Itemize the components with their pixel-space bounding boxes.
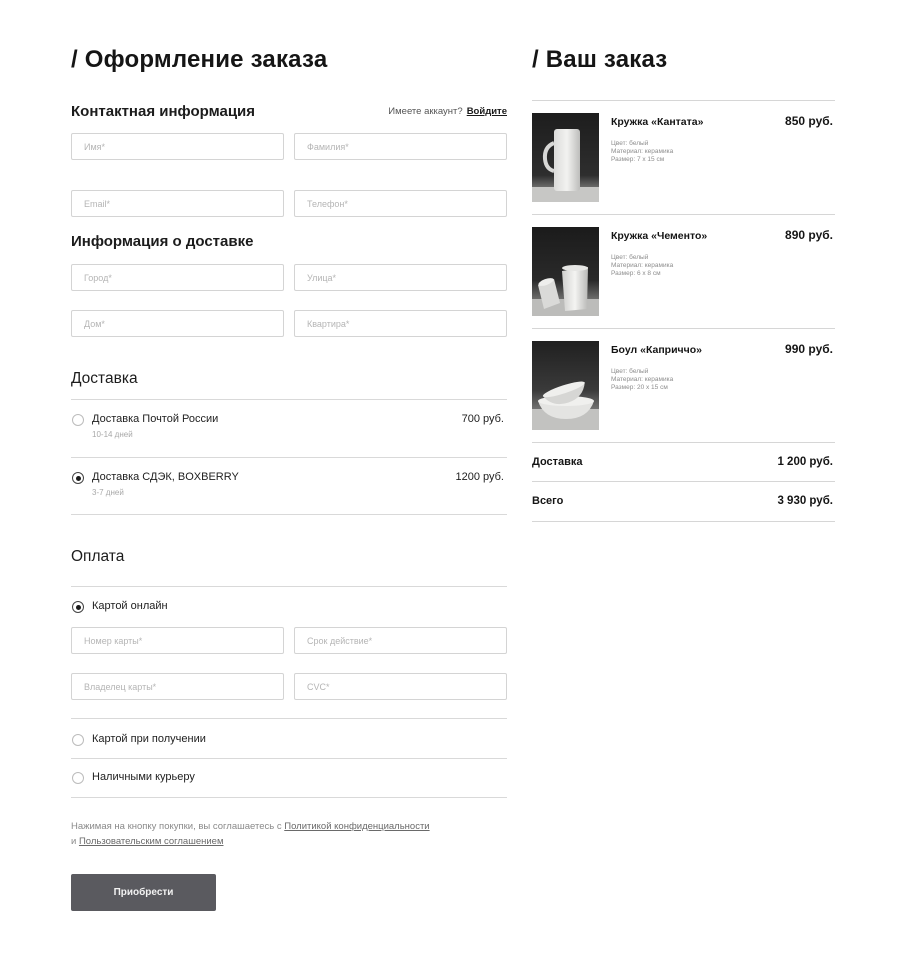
divider — [71, 586, 507, 587]
product-image — [532, 113, 599, 202]
card-expiry-field[interactable] — [294, 627, 507, 654]
divider — [71, 718, 507, 719]
first-name-field[interactable] — [71, 133, 284, 160]
address-heading: Информация о доставке — [71, 233, 254, 250]
delivery-cost-label: Доставка — [532, 456, 583, 468]
delivery-cost-row: Доставка 1 200 руб. — [532, 456, 835, 474]
radio-unchecked-icon[interactable] — [72, 734, 84, 746]
product-material: Материал: керамика — [611, 262, 674, 269]
payment-option-label: Картой при получении — [92, 733, 206, 745]
last-name-field[interactable] — [294, 133, 507, 160]
product-size: Размер: 7 х 15 см — [611, 156, 665, 163]
delivery-option-price: 1200 руб. — [455, 471, 504, 483]
product-size: Размер: 6 х 8 см — [611, 270, 661, 277]
contact-heading: Контактная информация — [71, 103, 256, 120]
terms-prefix: Нажимая на кнопку покупки, вы соглашаете… — [71, 821, 285, 832]
product-size: Размер: 20 х 15 см — [611, 384, 668, 391]
product-color: Цвет: белый — [611, 368, 649, 375]
product-price: 990 руб. — [785, 342, 833, 356]
divider — [71, 797, 507, 798]
product-name: Кружка «Кантата» — [611, 116, 704, 128]
radio-unchecked-icon[interactable] — [72, 414, 84, 426]
terms-and: и — [71, 836, 79, 847]
divider — [532, 214, 835, 215]
divider — [532, 521, 835, 522]
account-question: Имеете аккаунт? — [388, 106, 463, 117]
email-field[interactable] — [71, 190, 284, 217]
page-title: / Оформление заказа — [71, 46, 328, 73]
radio-checked-icon[interactable] — [72, 472, 84, 484]
delivery-option-post[interactable]: Доставка Почтой России 10-14 дней 700 ру… — [71, 413, 507, 443]
delivery-option-label: Доставка СДЭК, BOXBERRY — [92, 471, 239, 483]
divider — [71, 758, 507, 759]
order-title: / Ваш заказ — [532, 46, 668, 73]
divider — [71, 514, 507, 515]
privacy-policy-link[interactable]: Политикой конфиденциальности — [284, 821, 429, 832]
delivery-cost-value: 1 200 руб. — [777, 456, 833, 468]
card-number-field[interactable] — [71, 627, 284, 654]
delivery-option-time: 10-14 дней — [92, 430, 133, 439]
street-field[interactable] — [294, 264, 507, 291]
radio-checked-icon[interactable] — [72, 601, 84, 613]
order-item: Кружка «Кантата» 850 руб. Цвет: белый Ма… — [532, 113, 835, 205]
divider — [532, 481, 835, 482]
order-total-value: 3 930 руб. — [777, 495, 833, 507]
buy-button[interactable]: Приобрести — [71, 874, 216, 911]
house-field[interactable] — [71, 310, 284, 337]
product-price: 890 руб. — [785, 228, 833, 242]
product-color: Цвет: белый — [611, 254, 649, 261]
delivery-option-time: 3-7 дней — [92, 488, 124, 497]
terms-text: Нажимая на кнопку покупки, вы соглашаете… — [71, 819, 507, 849]
divider — [71, 399, 507, 400]
order-total-label: Всего — [532, 495, 564, 507]
delivery-option-label: Доставка Почтой России — [92, 413, 219, 425]
phone-field[interactable] — [294, 190, 507, 217]
order-item: Кружка «Чементо» 890 руб. Цвет: белый Ма… — [532, 227, 835, 319]
divider — [532, 100, 835, 101]
divider — [532, 442, 835, 443]
radio-unchecked-icon[interactable] — [72, 772, 84, 784]
product-material: Материал: керамика — [611, 148, 674, 155]
delivery-option-price: 700 руб. — [461, 413, 504, 425]
product-image — [532, 227, 599, 316]
card-holder-field[interactable] — [71, 673, 284, 700]
city-field[interactable] — [71, 264, 284, 291]
delivery-heading: Доставка — [71, 370, 138, 387]
payment-option-label: Картой онлайн — [92, 600, 168, 612]
apartment-field[interactable] — [294, 310, 507, 337]
order-total-row: Всего 3 930 руб. — [532, 495, 835, 513]
product-name: Кружка «Чементо» — [611, 230, 708, 242]
user-agreement-link[interactable]: Пользовательским соглашением — [79, 836, 224, 847]
product-color: Цвет: белый — [611, 140, 649, 147]
product-price: 850 руб. — [785, 114, 833, 128]
order-item: Боул «Каприччо» 990 руб. Цвет: белый Мат… — [532, 341, 835, 433]
payment-heading: Оплата — [71, 548, 125, 565]
payment-option-label: Наличными курьеру — [92, 771, 195, 783]
login-link[interactable]: Войдите — [467, 106, 507, 117]
divider — [71, 457, 507, 458]
product-name: Боул «Каприччо» — [611, 344, 702, 356]
account-line: Имеете аккаунт? Войдите — [388, 106, 507, 117]
cvc-field[interactable] — [294, 673, 507, 700]
delivery-option-cdek[interactable]: Доставка СДЭК, BOXBERRY 3-7 дней 1200 ру… — [71, 471, 507, 501]
divider — [532, 328, 835, 329]
payment-option-online[interactable]: Картой онлайн — [71, 600, 507, 630]
product-image — [532, 341, 599, 430]
product-material: Материал: керамика — [611, 376, 674, 383]
